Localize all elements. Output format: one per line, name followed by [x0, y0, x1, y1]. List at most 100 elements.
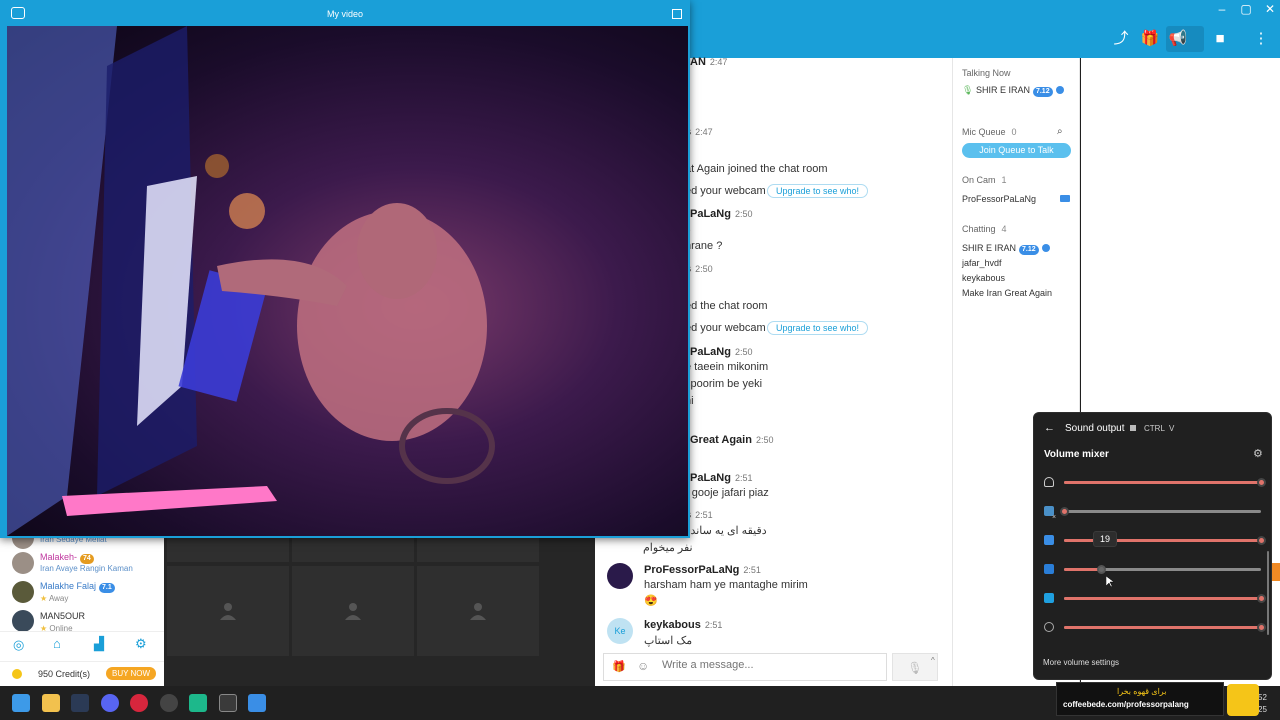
chat-author[interactable]: ProFessorPaLaNg 2:51: [644, 564, 761, 576]
volume-slider[interactable]: [1060, 507, 1261, 516]
upgrade-link[interactable]: Upgrade to see who!: [767, 184, 869, 198]
app-icon: [1044, 564, 1054, 574]
chat-line: at Again joined the chat room: [685, 163, 828, 175]
person-icon: [345, 603, 361, 620]
chat-author[interactable]: keykabous 2:51: [644, 619, 722, 631]
chat-line: نفر میخوام: [643, 542, 693, 554]
megaphone-icon[interactable]: 📢: [1167, 28, 1189, 50]
buy-now-button[interactable]: BUY NOW: [106, 667, 157, 680]
coin-icon: [12, 669, 22, 679]
volume-slider[interactable]: [1064, 565, 1261, 574]
chat-line: ed your webcam: [685, 322, 766, 334]
media-player-icon[interactable]: [160, 694, 178, 712]
home-icon[interactable]: ⌂: [53, 636, 61, 651]
volume-slider[interactable]: [1064, 623, 1266, 632]
chatting-user[interactable]: keykabous: [962, 273, 1005, 283]
sound-output-flyout: ← Sound output CTRL V Volume mixer ⚙ × 1…: [1033, 412, 1272, 680]
video-slot[interactable]: [292, 566, 414, 656]
person-icon: [470, 603, 486, 620]
chatting-user[interactable]: jafar_hvdf: [962, 258, 1002, 268]
discord-icon[interactable]: [101, 694, 119, 712]
shortcut-key: V: [1169, 424, 1175, 433]
camera-icon[interactable]: ■: [1209, 28, 1231, 50]
talking-user[interactable]: 🎙 SHIR E IRAN 7.12: [962, 85, 1064, 97]
clock-time: 52: [1258, 693, 1267, 702]
volume-slider[interactable]: [1064, 594, 1266, 603]
search-icon[interactable]: ⌕: [1057, 126, 1063, 137]
minimize-button[interactable]: –: [1211, 2, 1233, 16]
video-slot[interactable]: [167, 535, 289, 562]
app-icon[interactable]: [219, 694, 237, 712]
more-icon[interactable]: ⋮: [1250, 28, 1272, 50]
compass-icon[interactable]: ◎: [13, 637, 24, 653]
user-name[interactable]: Malakeh- 74: [40, 552, 94, 564]
video-slot[interactable]: [167, 566, 289, 656]
on-cam-heading: On Cam 1: [962, 175, 1007, 185]
user-name[interactable]: Malakhe Falaj 7.1: [40, 581, 115, 593]
keyboard-icon: [1130, 425, 1136, 431]
gift-icon[interactable]: 🎁: [612, 660, 626, 673]
gift-icon[interactable]: 🎁: [1139, 28, 1161, 50]
chat-app-icon[interactable]: [248, 694, 266, 712]
steam-icon[interactable]: [71, 694, 89, 712]
promo-title: برای قهوه بخرا: [1117, 687, 1167, 696]
settings-icon[interactable]: ⚙: [135, 636, 147, 652]
popout-icon[interactable]: [672, 9, 682, 19]
windows-start-icon[interactable]: [12, 694, 30, 712]
chat-line: hrane ?: [685, 240, 723, 252]
on-cam-user[interactable]: ProFessorPaLaNg: [962, 194, 1036, 204]
maximize-button[interactable]: ▢: [1235, 2, 1257, 16]
user-list-panel: Iran Sedaye Mellat Malakeh- 74 Iran Avaye…: [0, 527, 164, 686]
avatar[interactable]: [12, 610, 34, 632]
chatting-heading: Chatting 4: [962, 224, 1007, 234]
chevron-up-icon[interactable]: ^: [931, 656, 935, 665]
chat-message-text: harsham ham ye mantaghe mirim: [644, 579, 808, 591]
avatar[interactable]: [12, 581, 34, 603]
credits-label: 950 Credit(s): [38, 669, 91, 679]
shortcut-ctrl: CTRL: [1144, 424, 1165, 433]
telegram-icon: [1044, 593, 1054, 603]
opera-icon[interactable]: [130, 694, 148, 712]
verified-icon: [1055, 86, 1064, 94]
video-slot[interactable]: [417, 535, 539, 562]
chat-fragment: PaLaNg 2:51: [690, 472, 753, 484]
chatting-user[interactable]: Make Iran Great Again: [962, 288, 1052, 298]
muted-icon[interactable]: ×: [1052, 514, 1056, 521]
chat-line: r gooje jafari piaz: [685, 487, 769, 499]
share-icon[interactable]: ⤴: [1110, 28, 1132, 50]
emoji: 😍: [644, 595, 658, 607]
my-video-window[interactable]: My video: [0, 0, 690, 538]
close-button[interactable]: ✕: [1259, 2, 1280, 16]
mic-queue-heading: Mic Queue 0: [962, 127, 1017, 137]
avatar[interactable]: [12, 552, 34, 574]
back-arrow-icon[interactable]: ←: [1044, 422, 1055, 434]
message-input[interactable]: [662, 659, 862, 671]
clock-date: 25: [1258, 705, 1267, 714]
avatar[interactable]: Ke: [607, 618, 633, 644]
chat-line: e taeein mikonim: [685, 361, 769, 373]
credits-bar: 950 Credit(s) BUY NOW: [0, 661, 164, 686]
app-icon: [1044, 535, 1054, 545]
video-slot[interactable]: [292, 535, 414, 562]
user-name[interactable]: MAN5OUR: [40, 611, 85, 621]
user-room: Iran Avaye Rangin Kaman: [40, 564, 133, 573]
file-explorer-icon[interactable]: [42, 694, 60, 712]
emoji-icon[interactable]: ☺: [637, 659, 649, 673]
volume-slider[interactable]: [1064, 478, 1266, 487]
scrollbar[interactable]: [1267, 551, 1269, 635]
more-volume-settings-link[interactable]: More volume settings: [1043, 658, 1119, 667]
chatting-user[interactable]: SHIR E IRAN 7.12: [962, 243, 1050, 255]
coffee-cup-icon: [1227, 684, 1259, 716]
leaderboard-icon[interactable]: ▟: [94, 636, 104, 652]
join-queue-button[interactable]: Join Queue to Talk: [962, 143, 1071, 158]
video-icon[interactable]: [1060, 195, 1070, 202]
video-slot[interactable]: [417, 566, 539, 656]
upgrade-link[interactable]: Upgrade to see who!: [767, 321, 869, 335]
chat-fragment: PaLaNg 2:50: [690, 346, 753, 358]
flyout-title: Sound output: [1065, 423, 1125, 434]
gear-icon[interactable]: ⚙: [1253, 447, 1263, 460]
chat-line: ed your webcam: [685, 185, 766, 197]
avatar[interactable]: [607, 563, 633, 589]
person-icon: [220, 603, 236, 620]
app-icon[interactable]: [189, 694, 207, 712]
